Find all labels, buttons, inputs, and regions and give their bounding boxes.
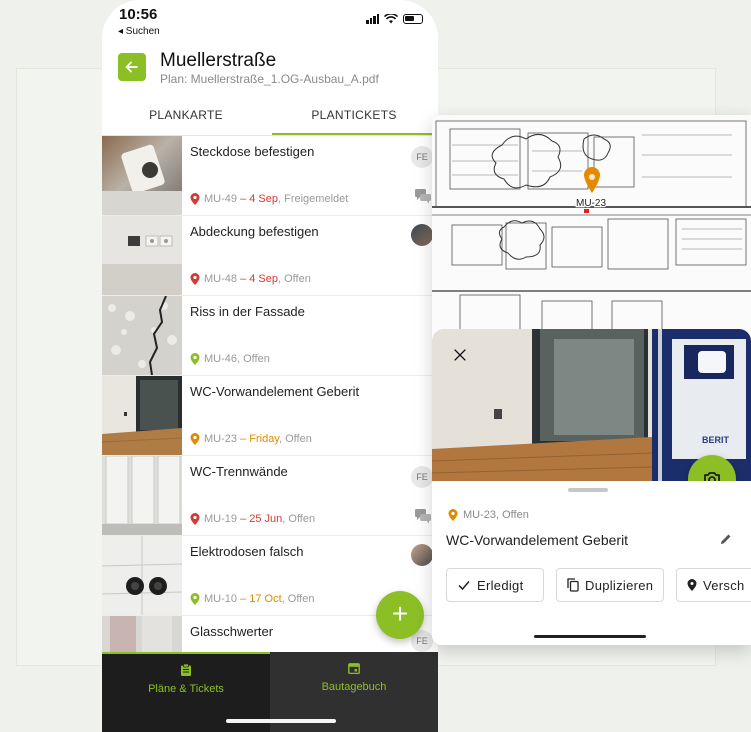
- assignee-badge: FE: [411, 146, 433, 168]
- tab-plantickets[interactable]: PLANTICKETS: [270, 100, 438, 136]
- app-header: Muellerstraße Plan: Muellerstraße_1.OG-A…: [102, 42, 438, 94]
- ticket-meta: MU-19 – 25 Jun, Offen: [190, 513, 315, 525]
- map-pin-icon: [190, 433, 200, 445]
- ticket-title: WC-Vorwandelement Geberit: [190, 384, 360, 399]
- check-icon: [458, 581, 470, 591]
- photo-brand-text: BERIT: [702, 435, 730, 445]
- ticket-thumbnail: [102, 376, 182, 455]
- battery-icon: [403, 14, 423, 24]
- ticket-meta: MU-49 – 4 Sep, Freigemeldet: [190, 193, 348, 205]
- active-tab-indicator: [272, 133, 438, 135]
- duplicate-button[interactable]: Duplizieren: [556, 568, 664, 602]
- map-pin-icon: [190, 273, 200, 285]
- phone-screen: 10:56 ◂ Suchen Muellerstraße Plan: Muell…: [102, 0, 438, 732]
- chat-icon: [415, 189, 431, 204]
- nav-label: Bautagebuch: [321, 681, 387, 693]
- assignee-avatar: [411, 224, 433, 246]
- ticket-title: Elektrodosen falsch: [190, 544, 304, 559]
- map-pin-icon: [190, 513, 200, 525]
- move-button[interactable]: Versch: [676, 568, 751, 602]
- status-time: 10:56: [119, 6, 158, 23]
- sheet-grabber[interactable]: [568, 488, 608, 492]
- floor-plan-view[interactable]: MU-23: [432, 115, 751, 337]
- ticket-thumbnail: [102, 136, 182, 215]
- ticket-title: Steckdose befestigen: [190, 144, 315, 159]
- mark-done-button[interactable]: Erledigt: [446, 568, 544, 602]
- ticket-detail-sheet: MU-23, Offen WC-Vorwandelement Geberit E…: [432, 481, 751, 645]
- map-pin-icon: [448, 509, 458, 521]
- ticket-title: WC-Trennwände: [190, 464, 288, 479]
- page-title: Muellerstraße: [160, 50, 277, 71]
- add-ticket-button[interactable]: +: [376, 591, 424, 639]
- ticket-thumbnail: [102, 296, 182, 375]
- nav-label: Pläne & Tickets: [148, 683, 224, 695]
- map-pin-icon: [190, 353, 200, 365]
- ticket-meta: MU-48 – 4 Sep, Offen: [190, 273, 311, 285]
- tab-plankarte[interactable]: PLANKARTE: [102, 100, 270, 136]
- back-to-app-link[interactable]: ◂ Suchen: [118, 26, 160, 37]
- home-indicator: [534, 635, 646, 638]
- marker-label: MU-23: [576, 198, 606, 209]
- ticket-row[interactable]: Steckdose befestigen MU-49 – 4 Sep, Frei…: [102, 136, 438, 216]
- map-pin-icon: [190, 593, 200, 605]
- wifi-icon: [384, 14, 398, 24]
- ticket-thumbnail: [102, 536, 182, 615]
- pencil-icon[interactable]: [719, 532, 733, 546]
- chat-icon: [415, 509, 431, 524]
- status-bar: 10:56 ◂ Suchen: [102, 0, 438, 40]
- close-icon[interactable]: [450, 345, 470, 365]
- assignee-avatar: [411, 544, 433, 566]
- ticket-meta: MU-23, Offen: [448, 509, 529, 521]
- back-button[interactable]: [118, 53, 146, 81]
- tab-bar: PLANKARTE PLANTICKETS: [102, 100, 438, 136]
- signal-icon: [366, 14, 379, 24]
- status-icons: [366, 14, 423, 24]
- plan-filename: Plan: Muellerstraße_1.OG-Ausbau_A.pdf: [160, 72, 379, 86]
- arrow-left-icon: [125, 61, 138, 73]
- ticket-row[interactable]: WC-Vorwandelement Geberit MU-23 – Friday…: [102, 376, 438, 456]
- ticket-row[interactable]: WC-Trennwände MU-19 – 25 Jun, Offen FE: [102, 456, 438, 536]
- ticket-thumbnail: [102, 456, 182, 535]
- ticket-title: Riss in der Fassade: [190, 304, 305, 319]
- clipboard-icon: [181, 664, 191, 676]
- ticket-row[interactable]: Riss in der Fassade MU-46, Offen: [102, 296, 438, 376]
- ticket-thumbnail: [102, 216, 182, 295]
- ticket-detail-card: MU-23 BERIT MU-23, Offen WC-Vorwandeleme…: [432, 115, 751, 645]
- map-pin-icon: [190, 193, 200, 205]
- ticket-meta: MU-46, Offen: [190, 353, 270, 365]
- assignee-badge: FE: [411, 466, 433, 488]
- ticket-title: WC-Vorwandelement Geberit: [446, 532, 629, 548]
- ticket-title: Abdeckung befestigen: [190, 224, 319, 239]
- ticket-meta: MU-23 – Friday, Offen: [190, 433, 312, 445]
- calendar-icon: [348, 663, 360, 674]
- home-indicator: [226, 719, 336, 723]
- ticket-title: Glasschwerter: [190, 624, 274, 639]
- ticket-row[interactable]: Abdeckung befestigen MU-48 – 4 Sep, Offe…: [102, 216, 438, 296]
- pin-icon: [687, 579, 697, 591]
- copy-icon: [567, 578, 579, 592]
- ticket-meta: MU-10 – 17 Oct, Offen: [190, 593, 314, 605]
